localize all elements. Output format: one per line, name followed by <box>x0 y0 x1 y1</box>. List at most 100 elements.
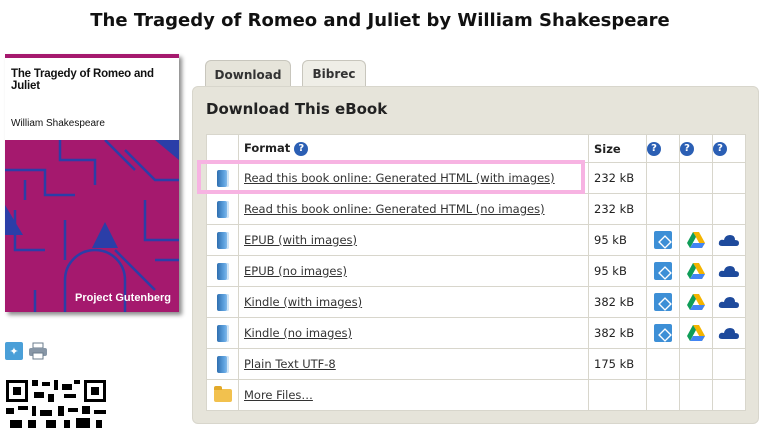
row-format-cell: More Files… <box>238 379 589 411</box>
table-row: More Files… <box>206 379 746 411</box>
table-row: EPUB (no images) 95 kB <box>206 255 746 287</box>
row-size-cell: 232 kB <box>588 193 647 225</box>
gdrive-cell <box>679 348 713 380</box>
onedrive-icon[interactable] <box>718 295 740 309</box>
onedrive-icon[interactable] <box>718 326 740 340</box>
book-icon <box>216 169 229 187</box>
qr-code-image <box>6 380 106 428</box>
onedrive-cell <box>712 193 746 225</box>
google-drive-icon[interactable] <box>686 231 706 249</box>
dropbox-icon[interactable] <box>654 293 672 311</box>
dropbox-cell <box>646 193 680 225</box>
onedrive-icon[interactable] <box>718 264 740 278</box>
gdrive-cell <box>679 224 713 256</box>
google-drive-icon[interactable] <box>686 262 706 280</box>
row-size-cell: 232 kB <box>588 162 647 194</box>
table-row: Read this book online: Generated HTML (n… <box>206 193 746 225</box>
cover-publisher: Project Gutenberg <box>75 292 171 304</box>
format-column-header: Format ? <box>238 134 589 163</box>
row-format-cell: EPUB (no images) <box>238 255 589 287</box>
onedrive-column-header: ? <box>712 134 746 163</box>
cover-art <box>5 140 179 312</box>
gdrive-cell <box>679 286 713 318</box>
row-format-cell: Read this book online: Generated HTML (n… <box>238 193 589 225</box>
icon-column-header <box>206 134 239 163</box>
format-link[interactable]: Read this book online: Generated HTML (n… <box>244 202 545 216</box>
dropbox-icon[interactable] <box>654 324 672 342</box>
google-drive-icon[interactable] <box>686 293 706 311</box>
row-size-cell: 95 kB <box>588 255 647 287</box>
row-size-cell: 95 kB <box>588 224 647 256</box>
size-column-header: Size <box>588 134 647 163</box>
qr-code <box>6 380 106 428</box>
gdrive-cell <box>679 379 713 411</box>
share-bar: ✦ <box>5 342 48 360</box>
book-cover[interactable]: The Tragedy of Romeo and Juliet William … <box>5 54 179 312</box>
onedrive-cell <box>712 317 746 349</box>
panel-heading: Download This eBook <box>206 100 388 118</box>
table-row: Kindle (with images) 382 kB <box>206 286 746 318</box>
download-panel: Download This eBook Format ? Size ? ? ? … <box>192 86 759 424</box>
format-link[interactable]: Kindle (with images) <box>244 295 362 309</box>
row-icon-cell <box>206 348 239 380</box>
cover-art-pattern <box>5 140 179 312</box>
onedrive-cell <box>712 162 746 194</box>
table-row: Read this book online: Generated HTML (w… <box>206 162 746 194</box>
dropbox-help-icon[interactable]: ? <box>647 141 661 156</box>
row-size-cell: 175 kB <box>588 348 647 380</box>
book-icon <box>216 293 229 311</box>
table-row: EPUB (with images) 95 kB <box>206 224 746 256</box>
row-format-cell: Plain Text UTF-8 <box>238 348 589 380</box>
table-row: Plain Text UTF-8 175 kB <box>206 348 746 380</box>
row-format-cell: EPUB (with images) <box>238 224 589 256</box>
format-link[interactable]: EPUB (no images) <box>244 264 347 278</box>
page-title: The Tragedy of Romeo and Juliet by Willi… <box>90 10 670 31</box>
tab-bibrec[interactable]: Bibrec <box>302 60 366 87</box>
format-link[interactable]: More Files… <box>244 388 313 402</box>
format-header-label: Format <box>244 141 291 156</box>
folder-icon <box>213 386 232 402</box>
dropbox-icon[interactable] <box>654 231 672 249</box>
row-format-cell: Kindle (no images) <box>238 317 589 349</box>
row-icon-cell <box>206 379 239 411</box>
dropbox-cell <box>646 317 680 349</box>
dropbox-cell <box>646 162 680 194</box>
dropbox-cell <box>646 286 680 318</box>
onedrive-cell <box>712 255 746 287</box>
twitter-icon[interactable]: ✦ <box>5 342 23 360</box>
format-link[interactable]: Read this book online: Generated HTML (w… <box>244 171 555 185</box>
gdrive-cell <box>679 193 713 225</box>
gdrive-help-icon[interactable]: ? <box>680 141 694 156</box>
row-size-cell <box>588 379 647 411</box>
dropbox-cell <box>646 224 680 256</box>
onedrive-icon[interactable] <box>718 233 740 247</box>
gdrive-cell <box>679 162 713 194</box>
book-icon <box>216 200 229 218</box>
download-table: Format ? Size ? ? ? Read this book onlin… <box>206 134 746 411</box>
row-icon-cell <box>206 224 239 256</box>
row-icon-cell <box>206 286 239 318</box>
format-link[interactable]: EPUB (with images) <box>244 233 357 247</box>
row-size-cell: 382 kB <box>588 317 647 349</box>
onedrive-cell <box>712 286 746 318</box>
row-icon-cell <box>206 255 239 287</box>
dropbox-icon[interactable] <box>654 262 672 280</box>
format-link[interactable]: Plain Text UTF-8 <box>244 357 336 371</box>
table-header-row: Format ? Size ? ? ? <box>206 134 746 163</box>
print-icon[interactable] <box>28 342 48 360</box>
google-drive-icon[interactable] <box>686 324 706 342</box>
tab-download[interactable]: Download <box>205 60 291 88</box>
dropbox-column-header: ? <box>646 134 680 163</box>
cover-title: The Tragedy of Romeo and Juliet <box>11 68 154 92</box>
row-icon-cell <box>206 193 239 225</box>
format-link[interactable]: Kindle (no images) <box>244 326 352 340</box>
book-icon <box>216 324 229 342</box>
onedrive-cell <box>712 348 746 380</box>
book-icon <box>216 355 229 373</box>
table-row: Kindle (no images) 382 kB <box>206 317 746 349</box>
row-format-cell: Read this book online: Generated HTML (w… <box>238 162 589 194</box>
format-help-icon[interactable]: ? <box>294 141 309 156</box>
onedrive-cell <box>712 379 746 411</box>
onedrive-help-icon[interactable]: ? <box>713 141 727 156</box>
dropbox-cell <box>646 255 680 287</box>
